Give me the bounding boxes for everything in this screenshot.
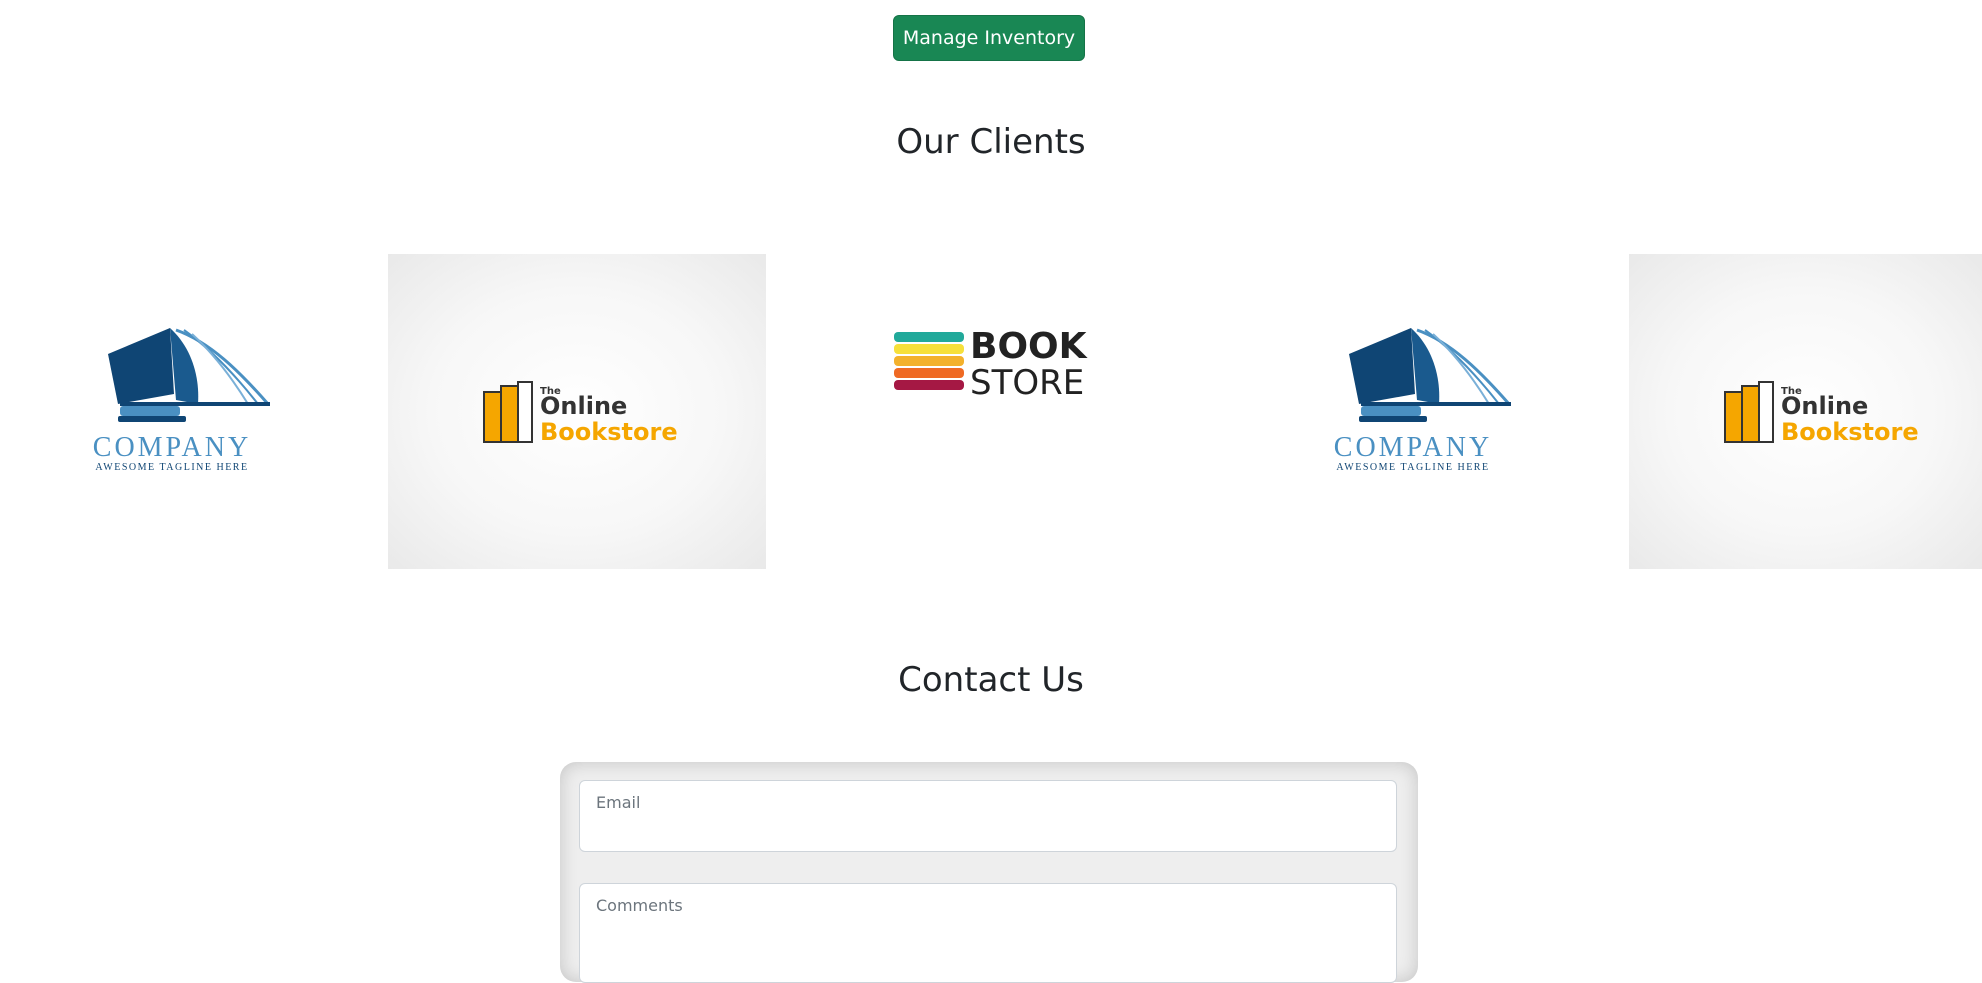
comments-field[interactable]: Comments <box>579 883 1397 983</box>
email-label: Email <box>596 793 641 812</box>
manage-inventory-button[interactable]: Manage Inventory <box>893 15 1085 61</box>
email-field[interactable]: Email <box>579 780 1397 852</box>
client-logo-online-bookstore: The Online Bookstore <box>388 254 766 569</box>
online-bookstore-bookstore: Bookstore <box>1781 418 1919 446</box>
company-book-icon: COMPANY AWESOME TAGLINE HERE <box>93 328 270 473</box>
online-bookstore-online: Online <box>1781 392 1868 420</box>
client-logo-online-bookstore: The Online Bookstore <box>1629 254 1982 569</box>
company-tagline: AWESOME TAGLINE HERE <box>95 462 248 473</box>
book-store-line1: BOOK <box>970 326 1088 367</box>
book-store-line2: STORE <box>970 363 1084 403</box>
company-tagline: AWESOME TAGLINE HERE <box>1336 462 1489 473</box>
contact-us-heading: Contact Us <box>898 660 1084 700</box>
comments-label: Comments <box>596 896 683 915</box>
contact-form: Email Comments <box>560 762 1418 983</box>
client-logo-company: COMPANY AWESOME TAGLINE HERE <box>0 254 388 569</box>
company-name: COMPANY <box>1334 432 1492 463</box>
company-name: COMPANY <box>93 432 251 463</box>
client-logo-book-store: BOOK STORE <box>766 254 1241 569</box>
our-clients-heading: Our Clients <box>896 122 1086 162</box>
online-bookstore-bookstore: Bookstore <box>540 418 678 446</box>
online-bookstore-online: Online <box>540 392 627 420</box>
client-logo-company: COMPANY AWESOME TAGLINE HERE <box>1241 254 1629 569</box>
book-store-stack-icon: BOOK STORE <box>894 326 1088 403</box>
company-book-icon: COMPANY AWESOME TAGLINE HERE <box>1334 328 1511 473</box>
online-bookstore-books-icon: The Online Bookstore <box>1724 381 1919 446</box>
online-bookstore-books-icon: The Online Bookstore <box>483 381 678 446</box>
